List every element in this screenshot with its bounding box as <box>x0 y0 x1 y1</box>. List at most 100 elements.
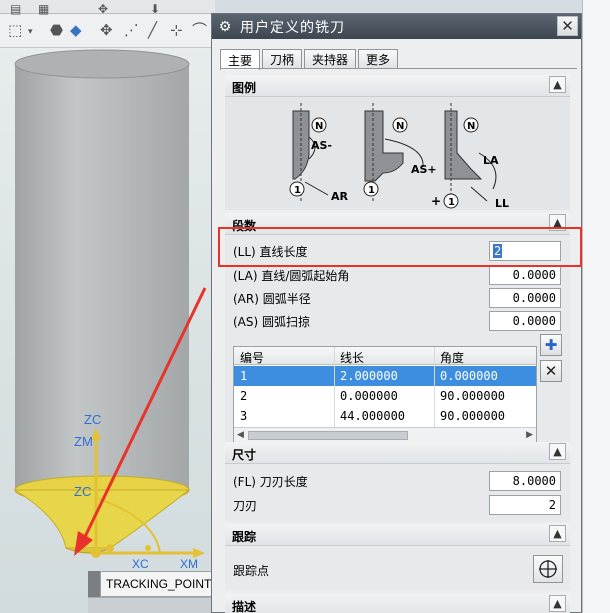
table-row[interactable]: 2 0.000000 90.000000 <box>234 386 536 406</box>
add-segment-icon: ✚ <box>544 336 558 354</box>
tracking-point-label: 跟踪点 <box>233 564 270 578</box>
as-input[interactable]: 0.0000 <box>489 311 561 331</box>
cell-length: 0.000000 <box>340 389 398 403</box>
legend-section-title: 图例 <box>232 81 257 95</box>
chevron-up-icon[interactable]: ▲ <box>549 595 566 612</box>
legend-la: LA <box>483 154 499 167</box>
cell-length: 44.000000 <box>340 409 406 423</box>
legend-section-header[interactable]: 图例 ▲ <box>225 75 570 97</box>
tracking-point-label: TRACKING_POINT_ <box>100 571 215 597</box>
scroll-right-icon[interactable]: ▶ <box>526 430 533 440</box>
chevron-up-icon[interactable]: ▲ <box>549 76 566 93</box>
dialog-titlebar[interactable]: ⚙ 用户定义的铣刀 ✕ <box>212 14 581 39</box>
legend-ar: AR <box>331 190 349 203</box>
menu-icon-1[interactable]: ▤ <box>10 2 21 17</box>
chevron-up-icon[interactable]: ▲ <box>549 443 566 460</box>
dialog-title: 用户定义的铣刀 <box>240 19 345 36</box>
solid-view-icon[interactable]: ⬣ <box>50 23 63 38</box>
gear-icon[interactable]: ⚙ <box>216 18 234 36</box>
crosshair-icon <box>539 560 557 578</box>
tracking-point-button[interactable] <box>533 555 563 583</box>
la-field-row: (LA) 直线/圆弧起始角 0.0000 <box>233 265 563 285</box>
add-segment-button[interactable]: ✚ <box>540 334 562 356</box>
description-section-header[interactable]: 描述 ▲ <box>225 594 570 613</box>
ar-field-row: (AR) 圆弧半径 0.0000 <box>233 288 563 308</box>
la-label: (LA) 直线/圆弧起始角 <box>233 269 350 283</box>
cube-view-icon[interactable]: ◆ <box>70 23 82 38</box>
menu-icon-2[interactable]: ▦ <box>38 2 49 17</box>
segment-legend-diagram: N AS- 1 AR N AS+ 1 N LA LL + 1 <box>289 103 509 210</box>
tool-3d-model: ZC ZM ZC XC XM <box>13 49 207 571</box>
dimensions-section-title: 尺寸 <box>232 448 257 462</box>
tracking-section-title: 跟踪 <box>232 530 257 544</box>
table-row[interactable]: 1 2.000000 0.000000 <box>234 366 536 386</box>
zc-mid-axis-label: ZC <box>74 484 91 499</box>
table-header: 编号 线长 角度 <box>234 347 536 365</box>
col-header-number[interactable]: 编号 <box>240 349 264 366</box>
ar-input[interactable]: 0.0000 <box>489 288 561 308</box>
select-box-icon[interactable]: ⬚ <box>8 23 22 38</box>
column-divider <box>434 347 435 427</box>
legend-n-1: N <box>315 121 323 132</box>
legend-plus: + <box>431 194 441 208</box>
legend-as-minus: AS- <box>311 139 332 152</box>
tab-shank[interactable]: 刀柄 <box>262 49 303 69</box>
fl-field-row: (FL) 刀刃长度 8.0000 <box>233 471 563 491</box>
dialog-tabs: 主要 刀柄 夹持器 更多 <box>220 49 400 70</box>
tab-holder[interactable]: 夹持器 <box>304 49 357 69</box>
close-button[interactable]: ✕ <box>557 16 578 36</box>
ar-label: (AR) 圆弧半径 <box>233 292 311 306</box>
as-field-row: (AS) 圆弧扫掠 0.0000 <box>233 311 563 331</box>
dropdown-arrow-icon[interactable]: ▾ <box>28 25 33 40</box>
cell-length: 2.000000 <box>340 369 398 383</box>
highlight-annotation <box>218 227 582 267</box>
as-label: (AS) 圆弧扫掠 <box>233 315 311 329</box>
chevron-up-icon[interactable]: ▲ <box>549 525 566 542</box>
table-horizontal-scrollbar[interactable]: ◀ ▶ <box>234 427 536 443</box>
arc-snap-icon[interactable]: ⌒ <box>192 23 207 38</box>
legend-as-plus: AS+ <box>411 163 437 176</box>
user-defined-mill-dialog: ⚙ 用户定义的铣刀 ✕ 主要 刀柄 夹持器 更多 图例 ▲ N AS- 1 AR <box>211 13 582 613</box>
flutes-field-row: 刀刃 2 <box>233 495 563 515</box>
zm-axis-label: ZM <box>74 434 93 449</box>
xm-axis-label: XM <box>180 557 198 571</box>
col-header-angle[interactable]: 角度 <box>440 349 464 366</box>
la-input[interactable]: 0.0000 <box>489 265 561 285</box>
cell-number: 1 <box>240 369 248 383</box>
scroll-thumb[interactable] <box>248 431 408 440</box>
tab-more[interactable]: 更多 <box>358 49 399 69</box>
col-header-length[interactable]: 线长 <box>340 349 364 366</box>
tab-divider <box>220 68 577 69</box>
line-snap-icon[interactable]: ╱ <box>148 23 157 38</box>
point-snap-icon[interactable]: ⊹ <box>170 23 183 38</box>
legend-one-1: 1 <box>294 185 301 196</box>
dimensions-section-header[interactable]: 尺寸 ▲ <box>225 442 570 464</box>
delete-segment-icon: ✕ <box>544 362 558 380</box>
column-divider <box>334 347 335 427</box>
graphics-viewport[interactable]: ⬚ ▾ ⬣ ◆ ✥ ⋰ ╱ ⊹ ⌒ ▤ ▦ ✥ ⬇ ZC ZM ZC XC XM… <box>0 0 215 613</box>
tracking-row: 跟踪点 <box>233 560 563 580</box>
move-icon[interactable]: ✥ <box>100 23 113 38</box>
fl-input[interactable]: 8.0000 <box>489 471 561 491</box>
snap-icon[interactable]: ⋰ <box>124 23 139 38</box>
cell-angle: 90.000000 <box>440 389 506 403</box>
legend-ll: LL <box>495 197 509 210</box>
cell-number: 3 <box>240 409 248 423</box>
tracking-section-header[interactable]: 跟踪 ▲ <box>225 524 570 546</box>
scroll-left-icon[interactable]: ◀ <box>237 430 244 440</box>
table-row[interactable]: 3 44.000000 90.000000 <box>234 406 536 426</box>
viewport-bottom-strip <box>88 597 215 613</box>
segments-table[interactable]: 编号 线长 角度 1 2.000000 0.000000 2 0.000000 … <box>233 346 537 444</box>
tab-main[interactable]: 主要 <box>220 49 261 70</box>
legend-n-2: N <box>396 121 404 132</box>
fl-label: (FL) 刀刃长度 <box>233 475 308 489</box>
cell-angle: 0.000000 <box>440 369 498 383</box>
menu-icon-4[interactable]: ⬇ <box>150 2 160 17</box>
flutes-label: 刀刃 <box>233 499 258 513</box>
view-toolbar: ⬚ ▾ ⬣ ◆ ✥ ⋰ ╱ ⊹ ⌒ ▤ ▦ ✥ ⬇ <box>0 2 215 48</box>
right-resource-strip <box>582 0 610 613</box>
legend-body: N AS- 1 AR N AS+ 1 N LA LL + 1 <box>225 97 570 210</box>
flutes-input[interactable]: 2 <box>489 495 561 515</box>
delete-segment-button[interactable]: ✕ <box>540 360 562 382</box>
menu-icon-3[interactable]: ✥ <box>98 2 108 17</box>
